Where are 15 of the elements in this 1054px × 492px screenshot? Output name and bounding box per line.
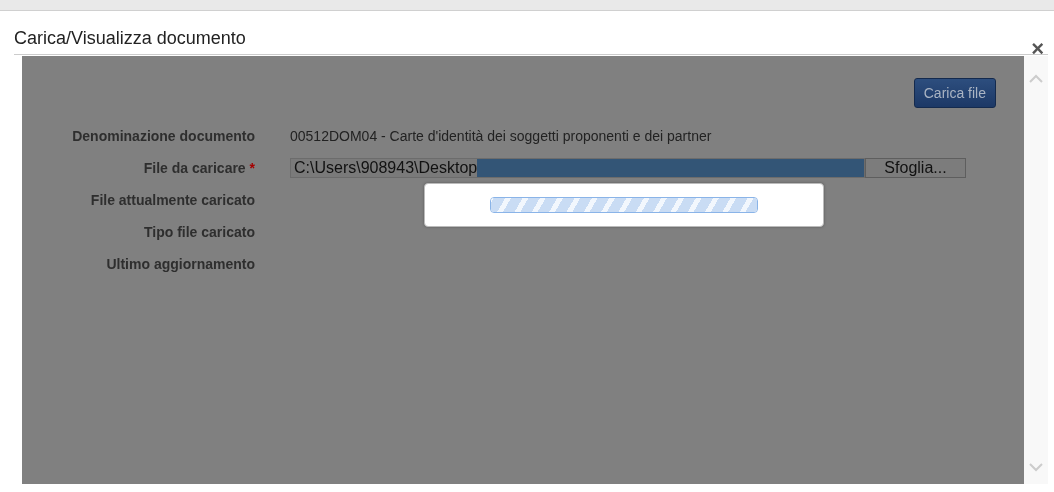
file-path-field[interactable]: C:\Users\908943\Desktop <box>290 158 865 178</box>
field-label: File attualmente caricato <box>89 191 255 210</box>
dialog-title: Carica/Visualizza documento <box>14 28 246 50</box>
scroll-down-icon[interactable] <box>1029 463 1043 472</box>
upload-button[interactable]: Carica file <box>913 78 996 108</box>
scrollbar[interactable] <box>1024 56 1048 484</box>
scroll-up-icon[interactable] <box>1029 74 1043 83</box>
field-label: Tipo file caricato <box>143 223 255 242</box>
browse-button[interactable]: Sfoglia... <box>865 158 966 178</box>
field-label: File da caricare * <box>142 159 255 178</box>
field-label: Denominazione documento <box>71 127 255 146</box>
field-value: 00512DOM04 - Carte d'identità dei soggetti proponenti e dei partner <box>290 127 713 146</box>
required-mark: * <box>249 160 255 176</box>
close-button[interactable]: × <box>1027 36 1048 62</box>
field-label: Ultimo aggiornamento <box>105 255 255 274</box>
